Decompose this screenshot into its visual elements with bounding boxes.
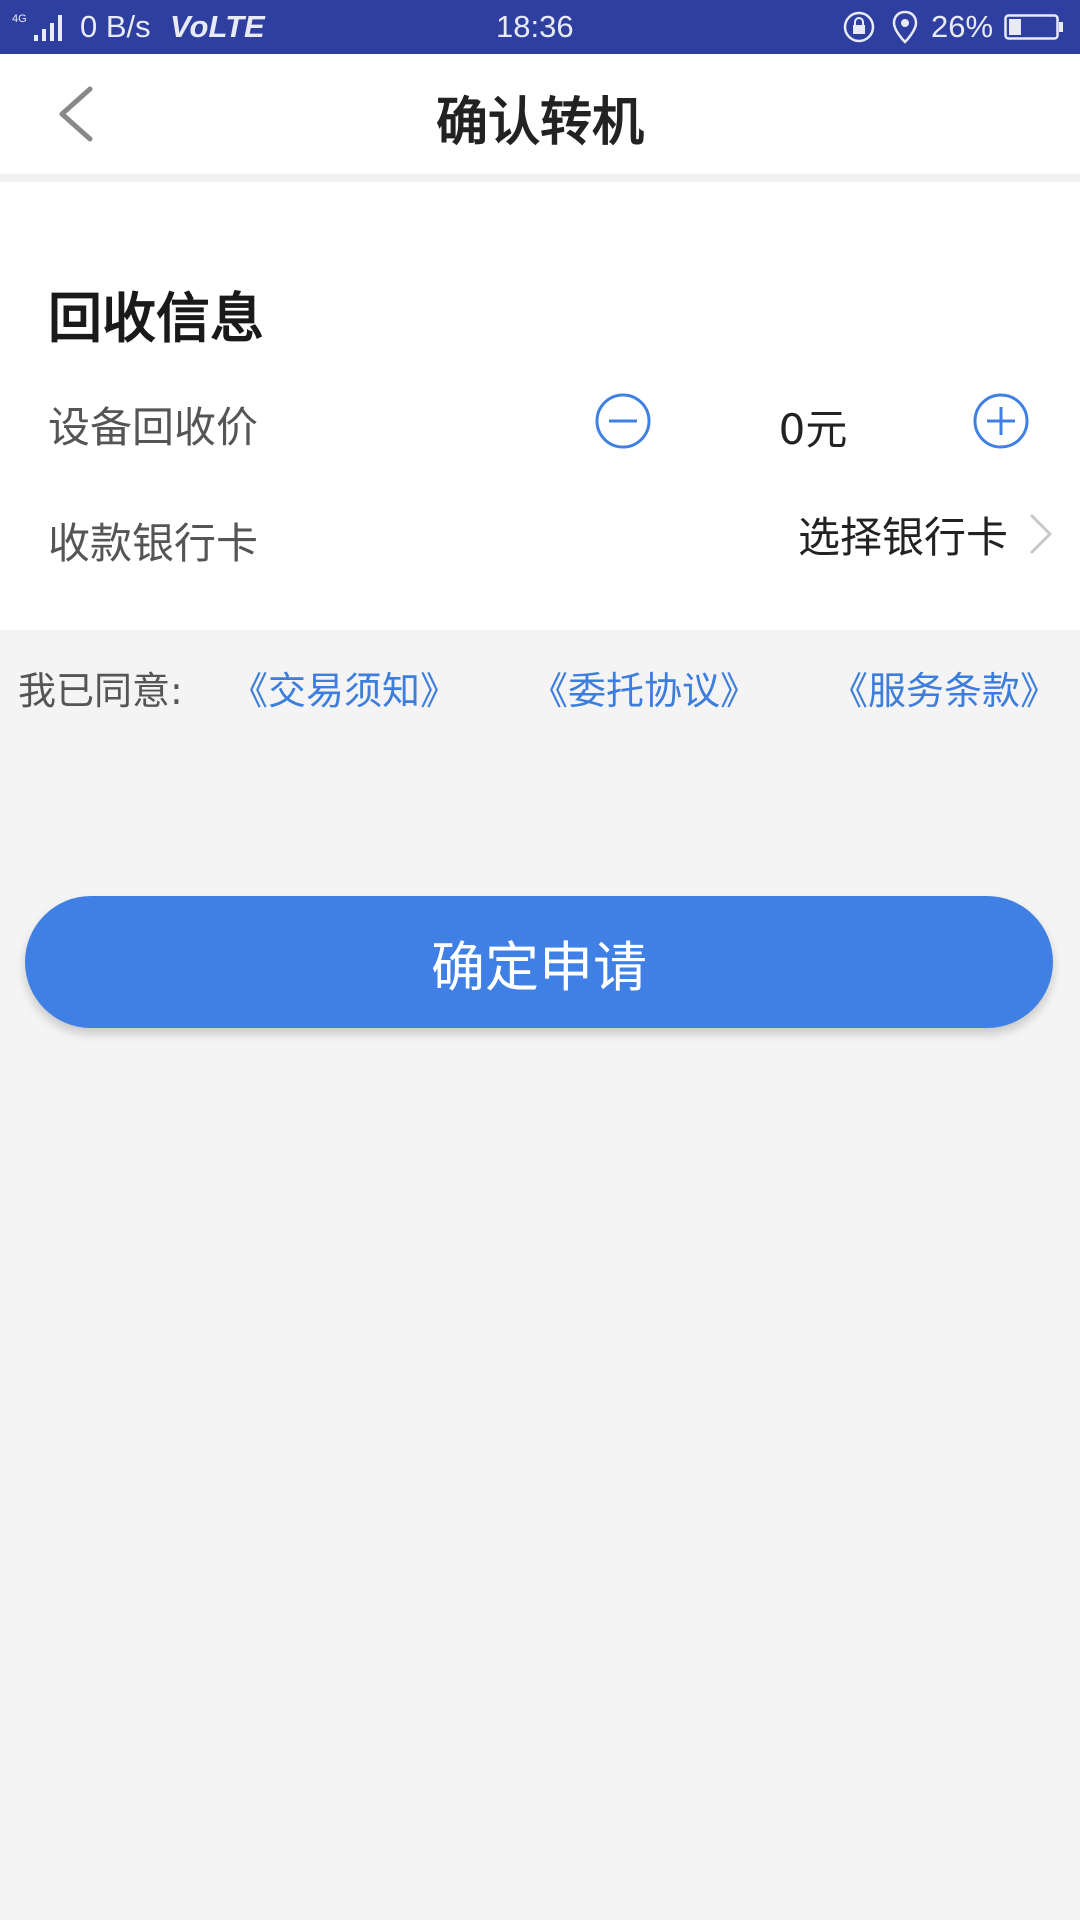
bank-card-label: 收款银行卡 (48, 519, 259, 568)
net-speed: 0 B/s (80, 9, 151, 44)
service-terms-link[interactable]: 《服务条款》 (830, 660, 1058, 715)
agreement-prefix: 我已同意: (18, 669, 183, 713)
header-divider (0, 174, 1080, 182)
status-bar: 4G 0 B/s VoLTE 18:36 26% (0, 0, 1080, 54)
submit-button[interactable]: 确定申请 (25, 896, 1053, 1028)
price-value: 0元 (778, 405, 848, 454)
price-label: 设备回收价 (48, 403, 259, 452)
minus-circle-icon[interactable] (594, 392, 652, 450)
select-bank-card-button[interactable]: 选择银行卡 (798, 502, 1056, 566)
rotation-lock-icon (843, 11, 875, 43)
recycle-info-card: 回收信息 设备回收价 0元 收款银行卡 选择银行卡 (0, 182, 1080, 630)
battery-icon (1004, 14, 1063, 40)
section-title: 回收信息 (48, 287, 264, 350)
plus-circle-icon[interactable] (972, 392, 1030, 450)
trade-notice-link[interactable]: 《交易须知》 (230, 660, 458, 715)
entrust-agreement-link[interactable]: 《委托协议》 (530, 660, 758, 715)
network-type-text: 4G (12, 13, 27, 25)
page-title: 确认转机 (435, 93, 644, 153)
chevron-right-icon (1030, 514, 1052, 554)
select-bank-card-label: 选择银行卡 (797, 512, 1008, 562)
battery-percent: 26% (931, 9, 994, 44)
page: 4G 0 B/s VoLTE 18:36 26% 确认转机 回收信息 设备回收价… (0, 0, 1080, 1920)
agreement-row: 我已同意: 《交易须知》 《委托协议》 《服务条款》 (0, 660, 1080, 713)
location-icon (892, 10, 918, 44)
clock: 18:36 (496, 9, 574, 44)
submit-label: 确定申请 (431, 935, 647, 999)
volte-indicator: VoLTE (170, 9, 265, 44)
nav-bar: 确认转机 (0, 54, 1080, 174)
signal-icon: 4G (12, 13, 62, 41)
